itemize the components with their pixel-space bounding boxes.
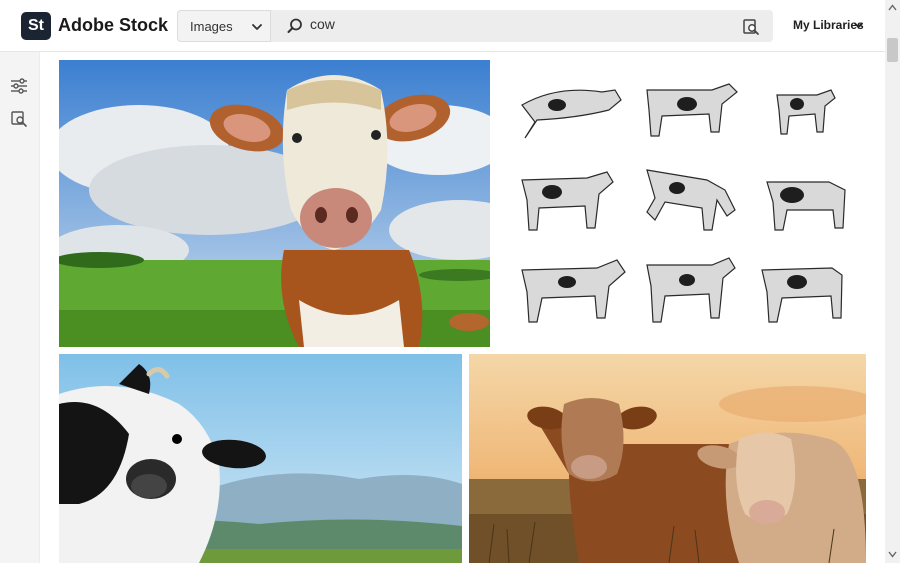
asset-type-label: Images bbox=[190, 19, 233, 34]
visual-search-icon[interactable] bbox=[9, 110, 29, 128]
result-image-tile[interactable] bbox=[469, 354, 866, 563]
left-tool-rail bbox=[0, 52, 40, 563]
chevron-down-icon[interactable] bbox=[853, 20, 864, 31]
adobe-stock-logo[interactable]: St bbox=[21, 12, 51, 40]
result-image-tile[interactable] bbox=[497, 60, 866, 347]
search-icon bbox=[287, 18, 302, 33]
result-image-tile[interactable] bbox=[59, 354, 462, 563]
vertical-scrollbar[interactable] bbox=[885, 0, 900, 563]
search-bar: Images bbox=[177, 10, 773, 42]
result-image-tile[interactable] bbox=[59, 60, 490, 347]
scrollbar-thumb[interactable] bbox=[887, 38, 898, 62]
visual-search-icon[interactable] bbox=[742, 18, 760, 36]
cow-sketch-illustration bbox=[497, 60, 866, 347]
black-white-cow-image bbox=[59, 354, 462, 563]
filter-sliders-icon[interactable] bbox=[9, 77, 29, 95]
cows-sunset-image bbox=[469, 354, 866, 563]
scroll-down-arrow-icon[interactable] bbox=[888, 551, 897, 558]
cow-closeup-image bbox=[59, 60, 490, 347]
chevron-down-icon bbox=[252, 24, 262, 30]
scroll-up-arrow-icon[interactable] bbox=[888, 4, 897, 11]
search-input[interactable] bbox=[310, 16, 710, 32]
asset-type-select[interactable]: Images bbox=[177, 10, 271, 42]
top-header: St Adobe Stock Images My Libraries bbox=[0, 0, 885, 52]
brand-name[interactable]: Adobe Stock bbox=[58, 15, 168, 36]
